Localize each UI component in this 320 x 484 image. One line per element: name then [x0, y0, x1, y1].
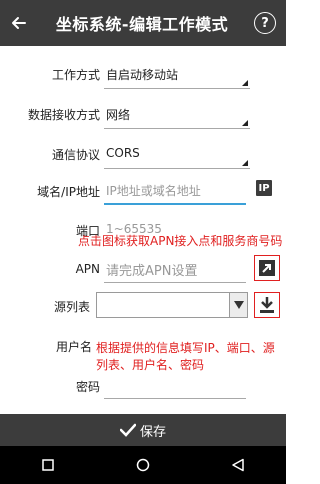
work-mode-select[interactable]: 自启动移动站	[104, 60, 250, 90]
recents-button[interactable]	[28, 446, 68, 484]
domain-underline	[104, 203, 246, 205]
apn-fetch-button[interactable]	[254, 255, 280, 281]
source-table-arrow	[229, 293, 247, 317]
data-mode-select[interactable]: 网络	[104, 100, 250, 130]
apn-hint-note: 点击图标获取APN接入点和服务商号码	[78, 234, 283, 248]
circle-icon	[136, 458, 150, 472]
save-button[interactable]: 保存	[0, 414, 286, 446]
check-icon	[119, 423, 136, 437]
source-table-label: 源列表	[53, 300, 90, 314]
domain-label: 域名/IP地址	[37, 185, 100, 199]
source-table-download-button[interactable]	[254, 292, 280, 318]
protocol-label: 通信协议	[51, 148, 100, 162]
triangle-down-icon	[233, 301, 244, 309]
system-nav-bar	[0, 446, 286, 484]
protocol-value: CORS	[106, 146, 140, 160]
save-label: 保存	[139, 424, 166, 440]
work-mode-label: 工作方式	[51, 68, 100, 82]
fill-hint-note: 根据提供的信息填写IP、端口、源列表、用户名、密码	[96, 341, 275, 372]
data-mode-value: 网络	[106, 108, 131, 122]
ip-button[interactable]: IP	[256, 180, 272, 196]
protocol-underline	[104, 168, 250, 169]
header-bar: 坐标系统-编辑工作模式 ?	[0, 0, 286, 46]
work-mode-value: 自启动移动站	[106, 68, 179, 82]
data-mode-underline	[104, 128, 250, 129]
apn-placeholder: 请完成APN设置	[106, 264, 198, 279]
square-icon	[41, 459, 54, 471]
dropdown-corner-icon	[242, 120, 248, 126]
work-mode-underline	[104, 88, 250, 89]
username-label: 用户名	[55, 340, 92, 354]
password-underline	[104, 398, 246, 399]
password-label: 密码	[75, 380, 100, 394]
arrow-left-icon	[12, 17, 26, 29]
triangle-back-icon	[232, 458, 245, 472]
data-mode-label: 数据接收方式	[27, 108, 100, 122]
domain-placeholder: IP地址或域名地址	[106, 184, 201, 198]
apn-input[interactable]: 请完成APN设置	[104, 256, 246, 286]
password-input[interactable]	[104, 372, 246, 402]
help-button[interactable]: ?	[254, 12, 276, 34]
dropdown-corner-icon	[242, 80, 248, 86]
protocol-select[interactable]: CORS	[104, 140, 250, 170]
apn-label: APN	[75, 262, 100, 276]
back-button[interactable]	[0, 0, 36, 46]
external-link-icon	[259, 260, 275, 276]
apn-underline	[104, 282, 246, 283]
source-table-select[interactable]	[96, 292, 248, 318]
page-title: 坐标系统-编辑工作模式	[55, 15, 229, 34]
app: 坐标系统-编辑工作模式 ? 工作方式 自启动移动站 数据接收方式 网络 通信协议…	[0, 0, 286, 484]
domain-input[interactable]: IP地址或域名地址	[104, 176, 246, 206]
home-button[interactable]	[123, 446, 163, 484]
download-icon	[260, 297, 274, 313]
dropdown-corner-icon	[242, 160, 248, 166]
back-nav-button[interactable]	[218, 446, 258, 484]
